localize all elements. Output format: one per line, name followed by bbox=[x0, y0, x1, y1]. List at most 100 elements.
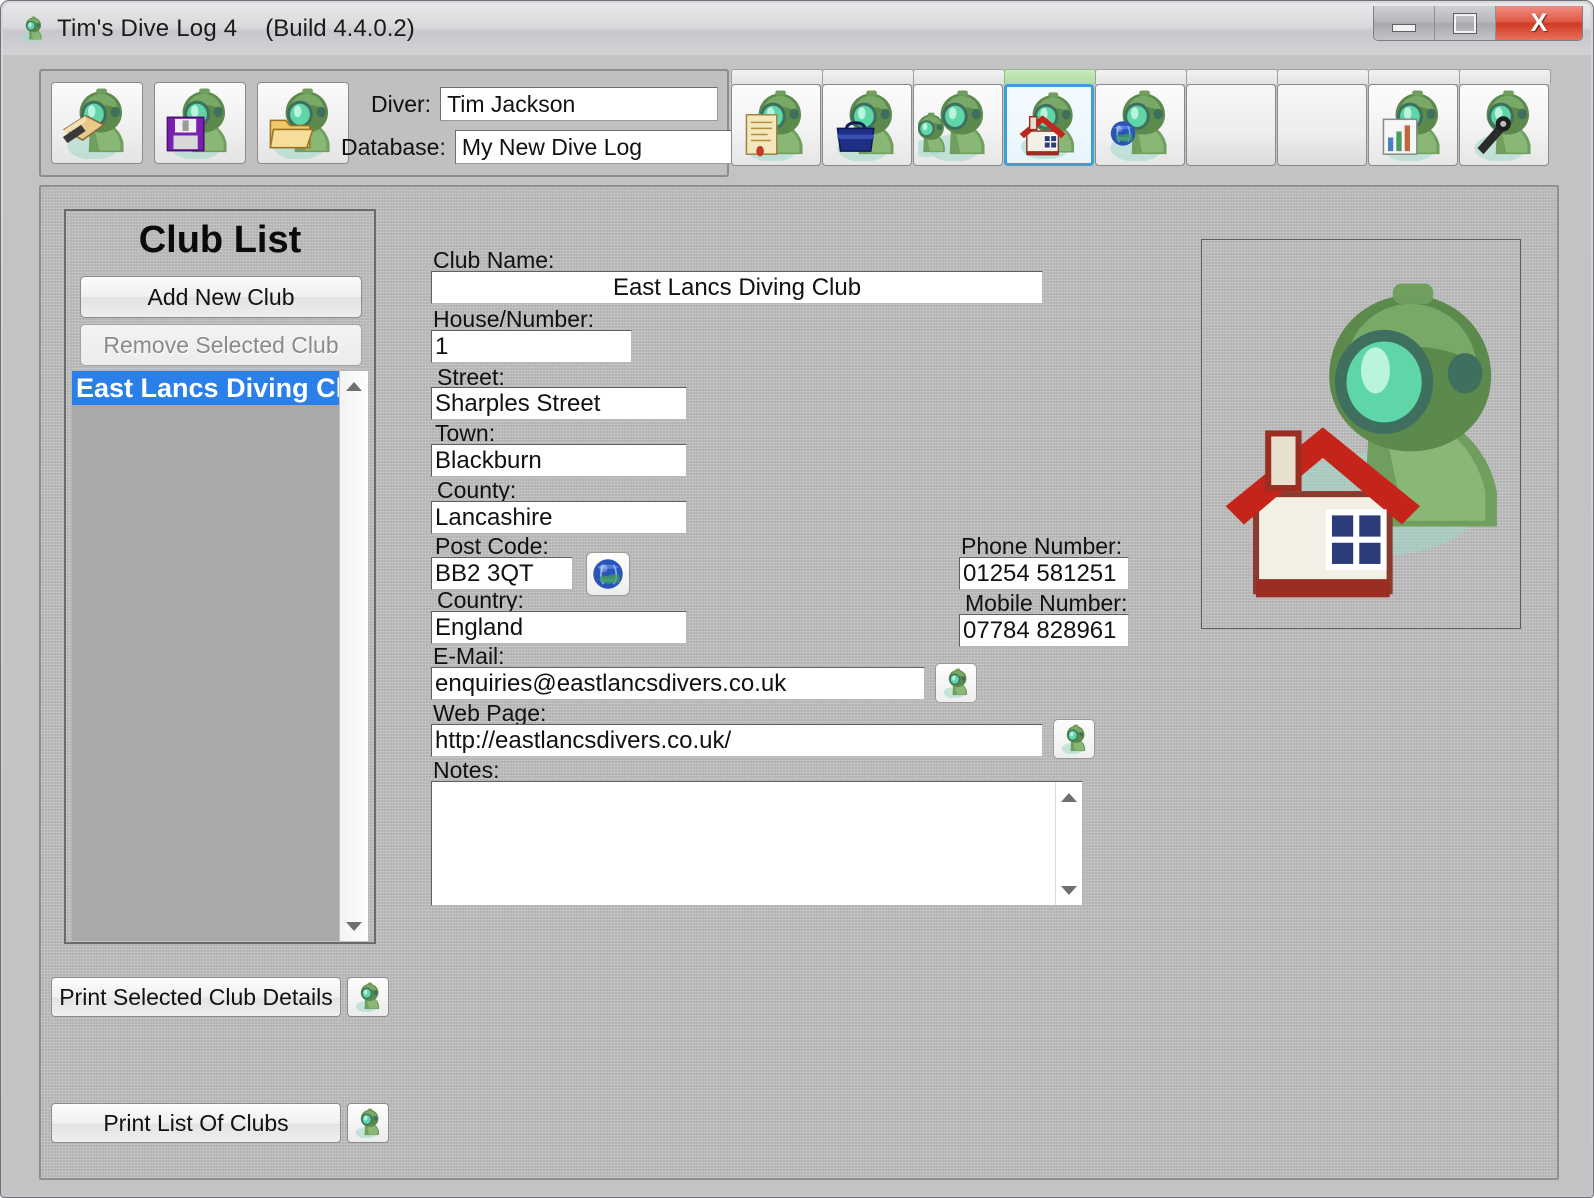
window-controls: X bbox=[1373, 6, 1583, 41]
nav-equipment-button[interactable] bbox=[822, 84, 912, 166]
nav-tab-blank-1 bbox=[1186, 69, 1278, 84]
print-selected-club-icon-button[interactable] bbox=[347, 977, 389, 1017]
nav-logbook-button[interactable] bbox=[731, 84, 821, 166]
application-window: Tim's Dive Log 4 (Build 4.4.0.2) X Diver… bbox=[0, 0, 1594, 1198]
nav-tab-blank-2 bbox=[1277, 69, 1369, 84]
globe-icon-button[interactable] bbox=[586, 552, 630, 596]
notes-textarea[interactable] bbox=[431, 781, 1083, 906]
print-list-icon-button[interactable] bbox=[347, 1103, 389, 1143]
database-field-row: Database: My New Dive Log bbox=[341, 129, 733, 165]
mobile-number-input[interactable]: 07784 828961 bbox=[959, 614, 1129, 647]
mobile-number-label: Mobile Number: bbox=[965, 590, 1128, 616]
print-list-of-clubs-button[interactable]: Print List Of Clubs bbox=[51, 1103, 341, 1143]
nav-blank-2[interactable] bbox=[1275, 69, 1369, 177]
web-page-label: Web Page: bbox=[433, 700, 547, 726]
database-label: Database: bbox=[341, 133, 446, 160]
club-name-label: Club Name: bbox=[433, 247, 555, 273]
diver-mail-icon bbox=[943, 668, 968, 698]
town-label: Town: bbox=[435, 420, 496, 446]
county-label: County: bbox=[437, 477, 517, 503]
town-input[interactable]: Blackburn bbox=[431, 444, 687, 477]
county-input[interactable]: Lancashire bbox=[431, 501, 687, 534]
notes-value bbox=[432, 782, 1082, 790]
nav-tab-locations bbox=[1095, 69, 1187, 84]
scroll-down-icon[interactable] bbox=[340, 913, 368, 939]
app-diver-icon bbox=[19, 16, 45, 42]
nav-blank-1[interactable] bbox=[1184, 69, 1278, 177]
globe-icon bbox=[592, 558, 624, 590]
window-title: Tim's Dive Log 4 bbox=[57, 15, 238, 42]
nav-buddies[interactable] bbox=[911, 69, 1005, 177]
nav-buddies-button[interactable] bbox=[913, 84, 1003, 166]
phone-number-input[interactable]: 01254 581251 bbox=[959, 557, 1129, 590]
club-list-title: Club List bbox=[138, 219, 302, 261]
nav-tools-button[interactable] bbox=[1459, 84, 1549, 166]
post-code-input[interactable]: BB2 3QT bbox=[431, 557, 573, 590]
web-page-input[interactable]: http://eastlancsdivers.co.uk/ bbox=[431, 724, 1043, 757]
nav-tab-tools bbox=[1459, 69, 1551, 84]
house-number-input[interactable]: 1 bbox=[431, 330, 632, 363]
build-version: (Build 4.4.0.2) bbox=[265, 15, 415, 42]
save-log-button[interactable] bbox=[154, 82, 246, 164]
club-image-panel bbox=[1201, 239, 1521, 629]
remove-selected-club-button: Remove Selected Club bbox=[80, 324, 362, 366]
nav-tools[interactable] bbox=[1457, 69, 1551, 177]
print-selected-club-details-button[interactable]: Print Selected Club Details bbox=[51, 977, 341, 1017]
nav-statistics[interactable] bbox=[1366, 69, 1460, 177]
nav-clubs[interactable] bbox=[1002, 69, 1096, 177]
close-icon: X bbox=[1530, 8, 1548, 37]
nav-logbook[interactable] bbox=[729, 69, 823, 177]
nav-tab-logbook bbox=[731, 69, 823, 84]
diver-with-house-large-icon bbox=[1202, 283, 1497, 628]
nav-tab-statistics bbox=[1368, 69, 1460, 84]
nav-tab-buddies bbox=[913, 69, 1005, 84]
club-name-input[interactable]: East Lancs Diving Club bbox=[431, 271, 1043, 304]
email-label: E-Mail: bbox=[433, 643, 505, 669]
club-listbox[interactable]: East Lancs Diving Club bbox=[72, 371, 368, 941]
scroll-up-icon[interactable] bbox=[340, 373, 368, 399]
country-label: Country: bbox=[437, 587, 524, 613]
nav-tab-clubs bbox=[1004, 69, 1096, 84]
close-button[interactable]: X bbox=[1496, 6, 1582, 40]
database-input[interactable]: My New Dive Log bbox=[454, 130, 733, 164]
nav-clubs-button[interactable] bbox=[1004, 84, 1094, 166]
maximize-button[interactable] bbox=[1435, 6, 1496, 40]
print-selected-club-row: Print Selected Club Details bbox=[51, 977, 389, 1017]
nav-locations[interactable] bbox=[1093, 69, 1187, 177]
notes-label: Notes: bbox=[433, 757, 500, 783]
club-details-form: Club Name: East Lancs Diving Club House/… bbox=[393, 197, 1129, 906]
house-number-label: House/Number: bbox=[433, 306, 595, 332]
add-new-club-button[interactable]: Add New Club bbox=[80, 276, 362, 318]
open-log-button[interactable] bbox=[257, 82, 349, 164]
notes-scroll-up-icon[interactable] bbox=[1056, 784, 1082, 810]
list-item[interactable]: East Lancs Diving Club bbox=[72, 371, 368, 405]
title-bar: Tim's Dive Log 4 (Build 4.4.0.2) X bbox=[3, 3, 1591, 55]
print-list-of-clubs-row: Print List Of Clubs bbox=[51, 1103, 389, 1143]
email-send-button[interactable] bbox=[935, 663, 977, 703]
maximize-icon bbox=[1454, 13, 1476, 33]
nav-equipment[interactable] bbox=[820, 69, 914, 177]
main-panel: Club List Add New Club Remove Selected C… bbox=[39, 185, 1559, 1180]
minimize-button[interactable] bbox=[1374, 6, 1435, 40]
nav-blank-2-button[interactable] bbox=[1277, 84, 1367, 166]
nav-statistics-button[interactable] bbox=[1368, 84, 1458, 166]
nav-blank-1-button[interactable] bbox=[1186, 84, 1276, 166]
diver-web-icon bbox=[1061, 724, 1086, 754]
diver-label: Diver: bbox=[371, 90, 432, 117]
section-navigation bbox=[729, 69, 1559, 177]
new-log-button[interactable] bbox=[51, 82, 143, 164]
street-input[interactable]: Sharples Street bbox=[431, 387, 687, 420]
notes-scrollbar[interactable] bbox=[1055, 782, 1082, 905]
client-area: Diver: Tim Jackson Database: My New Dive… bbox=[3, 55, 1591, 1195]
email-input[interactable]: enquiries@eastlancsdivers.co.uk bbox=[431, 667, 925, 700]
notes-scroll-down-icon[interactable] bbox=[1056, 877, 1082, 903]
web-page-open-button[interactable] bbox=[1053, 719, 1095, 759]
nav-locations-button[interactable] bbox=[1095, 84, 1185, 166]
post-code-label: Post Code: bbox=[435, 533, 549, 559]
club-list-scrollbar[interactable] bbox=[339, 371, 368, 941]
diver-input[interactable]: Tim Jackson bbox=[440, 87, 719, 121]
phone-number-label: Phone Number: bbox=[961, 533, 1123, 559]
country-input[interactable]: England bbox=[431, 611, 687, 644]
minimize-icon bbox=[1392, 24, 1416, 32]
club-list-panel: Club List Add New Club Remove Selected C… bbox=[64, 209, 376, 944]
